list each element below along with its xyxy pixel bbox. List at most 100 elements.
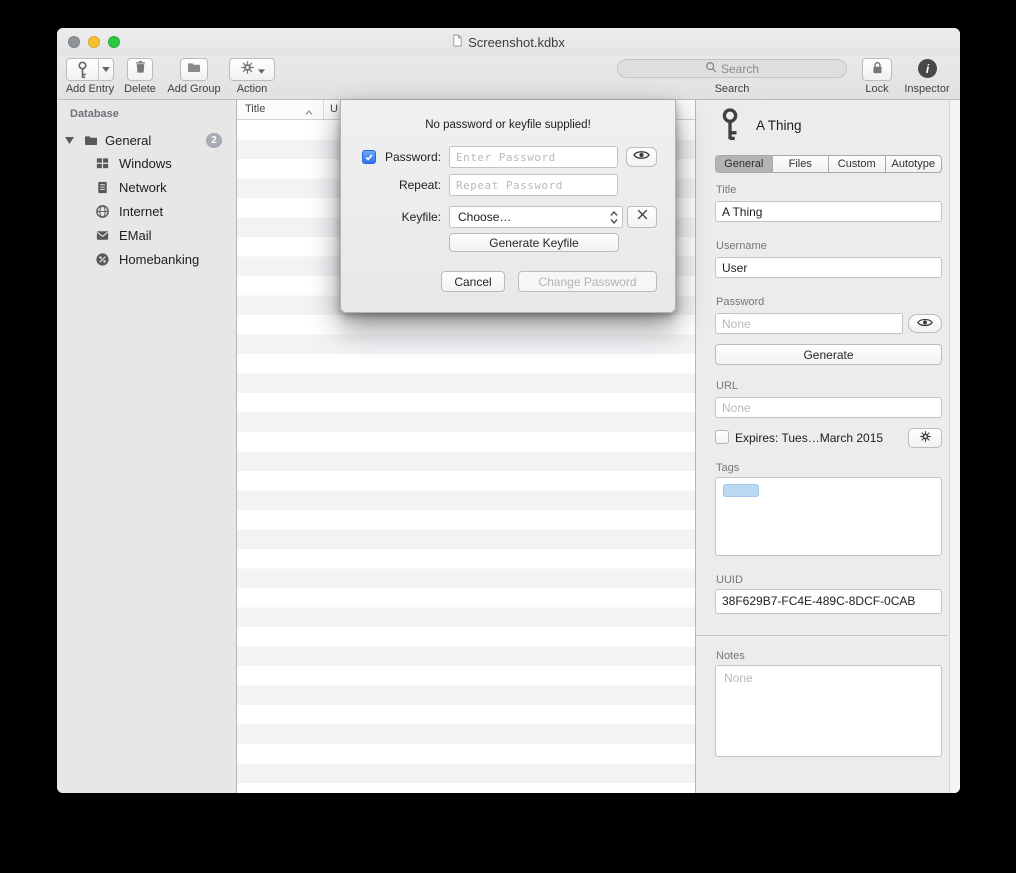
sort-ascending-icon — [305, 106, 313, 118]
url-field[interactable] — [715, 397, 942, 418]
eye-icon — [917, 317, 933, 331]
key-icon — [718, 108, 742, 144]
envelope-icon — [95, 228, 110, 243]
screen: Screenshot.kdbx Add Entry Delete — [0, 0, 1016, 873]
toolbar: Add Entry Delete Add Group — [57, 56, 960, 100]
window-title-text: Screenshot.kdbx — [468, 35, 565, 50]
chevron-down-icon[interactable] — [98, 59, 113, 80]
tab-custom[interactable]: Custom — [828, 156, 885, 172]
column-header-username[interactable]: U — [330, 103, 338, 115]
sidebar-item-homebanking[interactable]: Homebanking — [57, 249, 236, 271]
delete-label: Delete — [115, 83, 165, 95]
inspector-toggle-button[interactable]: i — [918, 59, 937, 78]
inspector-tabs: General Files Custom Autotype — [715, 155, 942, 173]
action-button[interactable] — [229, 58, 275, 81]
search-placeholder: Search — [721, 62, 759, 76]
sidebar-item-network[interactable]: Network — [57, 177, 236, 199]
sidebar-item-label: Network — [119, 180, 167, 195]
clear-keyfile-button[interactable] — [627, 206, 657, 228]
change-password-button[interactable]: Change Password — [518, 271, 657, 292]
dialog-message: No password or keyfile supplied! — [341, 119, 675, 131]
sidebar-item-general[interactable]: General 2 — [57, 130, 236, 152]
document-icon — [452, 34, 463, 50]
folder-icon — [83, 133, 99, 148]
sidebar-item-windows[interactable]: Windows — [57, 153, 236, 175]
notes-field[interactable]: None — [715, 665, 942, 757]
sidebar-item-label: Internet — [119, 204, 163, 219]
windows-icon — [95, 156, 110, 171]
title-label: Title — [716, 184, 736, 196]
sidebar-item-label: General — [105, 133, 151, 148]
keyfile-dropdown[interactable]: Choose… — [449, 206, 623, 228]
inspector-panel: A Thing General Files Custom Autotype Ti… — [695, 100, 960, 793]
globe-icon — [95, 204, 110, 219]
expires-options-button[interactable] — [908, 428, 942, 448]
column-header-title[interactable]: Title — [245, 103, 265, 115]
cancel-button[interactable]: Cancel — [441, 271, 505, 292]
tags-label: Tags — [716, 462, 739, 474]
add-group-button[interactable] — [180, 58, 208, 81]
lock-icon — [871, 60, 884, 80]
disclosure-triangle-icon[interactable] — [65, 137, 74, 144]
tags-field[interactable] — [715, 477, 942, 556]
change-password-sheet: No password or keyfile supplied! Passwor… — [340, 100, 676, 313]
sidebar-item-label: EMail — [119, 228, 152, 243]
percent-coin-icon — [95, 252, 110, 267]
sidebar-item-email[interactable]: EMail — [57, 225, 236, 247]
sidebar: Database General 2 Windows — [57, 100, 237, 793]
gear-icon — [240, 60, 255, 80]
add-entry-button[interactable] — [66, 58, 114, 81]
app-window: Screenshot.kdbx Add Entry Delete — [57, 28, 960, 793]
url-label: URL — [716, 380, 738, 392]
lock-button[interactable] — [862, 58, 892, 81]
entry-title: A Thing — [756, 118, 802, 133]
search-icon — [705, 61, 717, 76]
sidebar-item-internet[interactable]: Internet — [57, 201, 236, 223]
server-icon — [95, 180, 110, 195]
expires-checkbox[interactable] — [715, 430, 729, 444]
reveal-password-button[interactable] — [908, 314, 942, 333]
item-count-badge: 2 — [206, 133, 222, 148]
sidebar-section-header: Database — [70, 108, 119, 120]
dialog-repeat-input[interactable] — [449, 174, 618, 196]
tab-autotype[interactable]: Autotype — [885, 156, 942, 172]
column-divider[interactable] — [323, 100, 324, 119]
expires-label: Expires: Tues…March 2015 — [735, 431, 883, 445]
uuid-field[interactable]: 38F629B7-FC4E-489C-8DCF-0CAB — [715, 589, 942, 614]
generate-password-button[interactable]: Generate — [715, 344, 942, 365]
inspector-scrollbar[interactable] — [949, 100, 960, 793]
action-label: Action — [230, 83, 274, 95]
close-x-icon — [636, 208, 649, 226]
add-entry-label: Add Entry — [62, 83, 118, 95]
chevron-down-icon — [258, 61, 265, 79]
dialog-password-input[interactable] — [449, 146, 618, 168]
tag-chip[interactable] — [723, 484, 759, 497]
dialog-password-label: Password: — [377, 150, 441, 164]
username-field[interactable] — [715, 257, 942, 278]
generate-keyfile-button[interactable]: Generate Keyfile — [449, 233, 619, 252]
dialog-reveal-password-button[interactable] — [626, 147, 657, 167]
password-label: Password — [716, 296, 764, 308]
tab-files[interactable]: Files — [772, 156, 829, 172]
search-input[interactable]: Search — [617, 59, 847, 78]
add-group-label: Add Group — [162, 83, 226, 95]
password-checkbox[interactable] — [362, 150, 376, 164]
sidebar-item-label: Windows — [119, 156, 172, 171]
password-field[interactable] — [715, 313, 903, 334]
title-field[interactable] — [715, 201, 942, 222]
folder-plus-icon — [186, 60, 202, 80]
inspector-label: Inspector — [896, 83, 958, 95]
sidebar-item-label: Homebanking — [119, 252, 199, 267]
uuid-label: UUID — [716, 574, 743, 586]
section-divider — [696, 635, 948, 636]
tab-general[interactable]: General — [716, 156, 772, 172]
lock-label: Lock — [856, 83, 898, 95]
search-label: Search — [707, 83, 757, 95]
delete-button[interactable] — [127, 58, 153, 81]
info-icon: i — [926, 62, 929, 76]
eye-icon — [633, 148, 650, 166]
username-label: Username — [716, 240, 767, 252]
title-bar[interactable]: Screenshot.kdbx — [57, 28, 960, 56]
key-plus-icon — [67, 59, 98, 80]
notes-label: Notes — [716, 650, 745, 662]
